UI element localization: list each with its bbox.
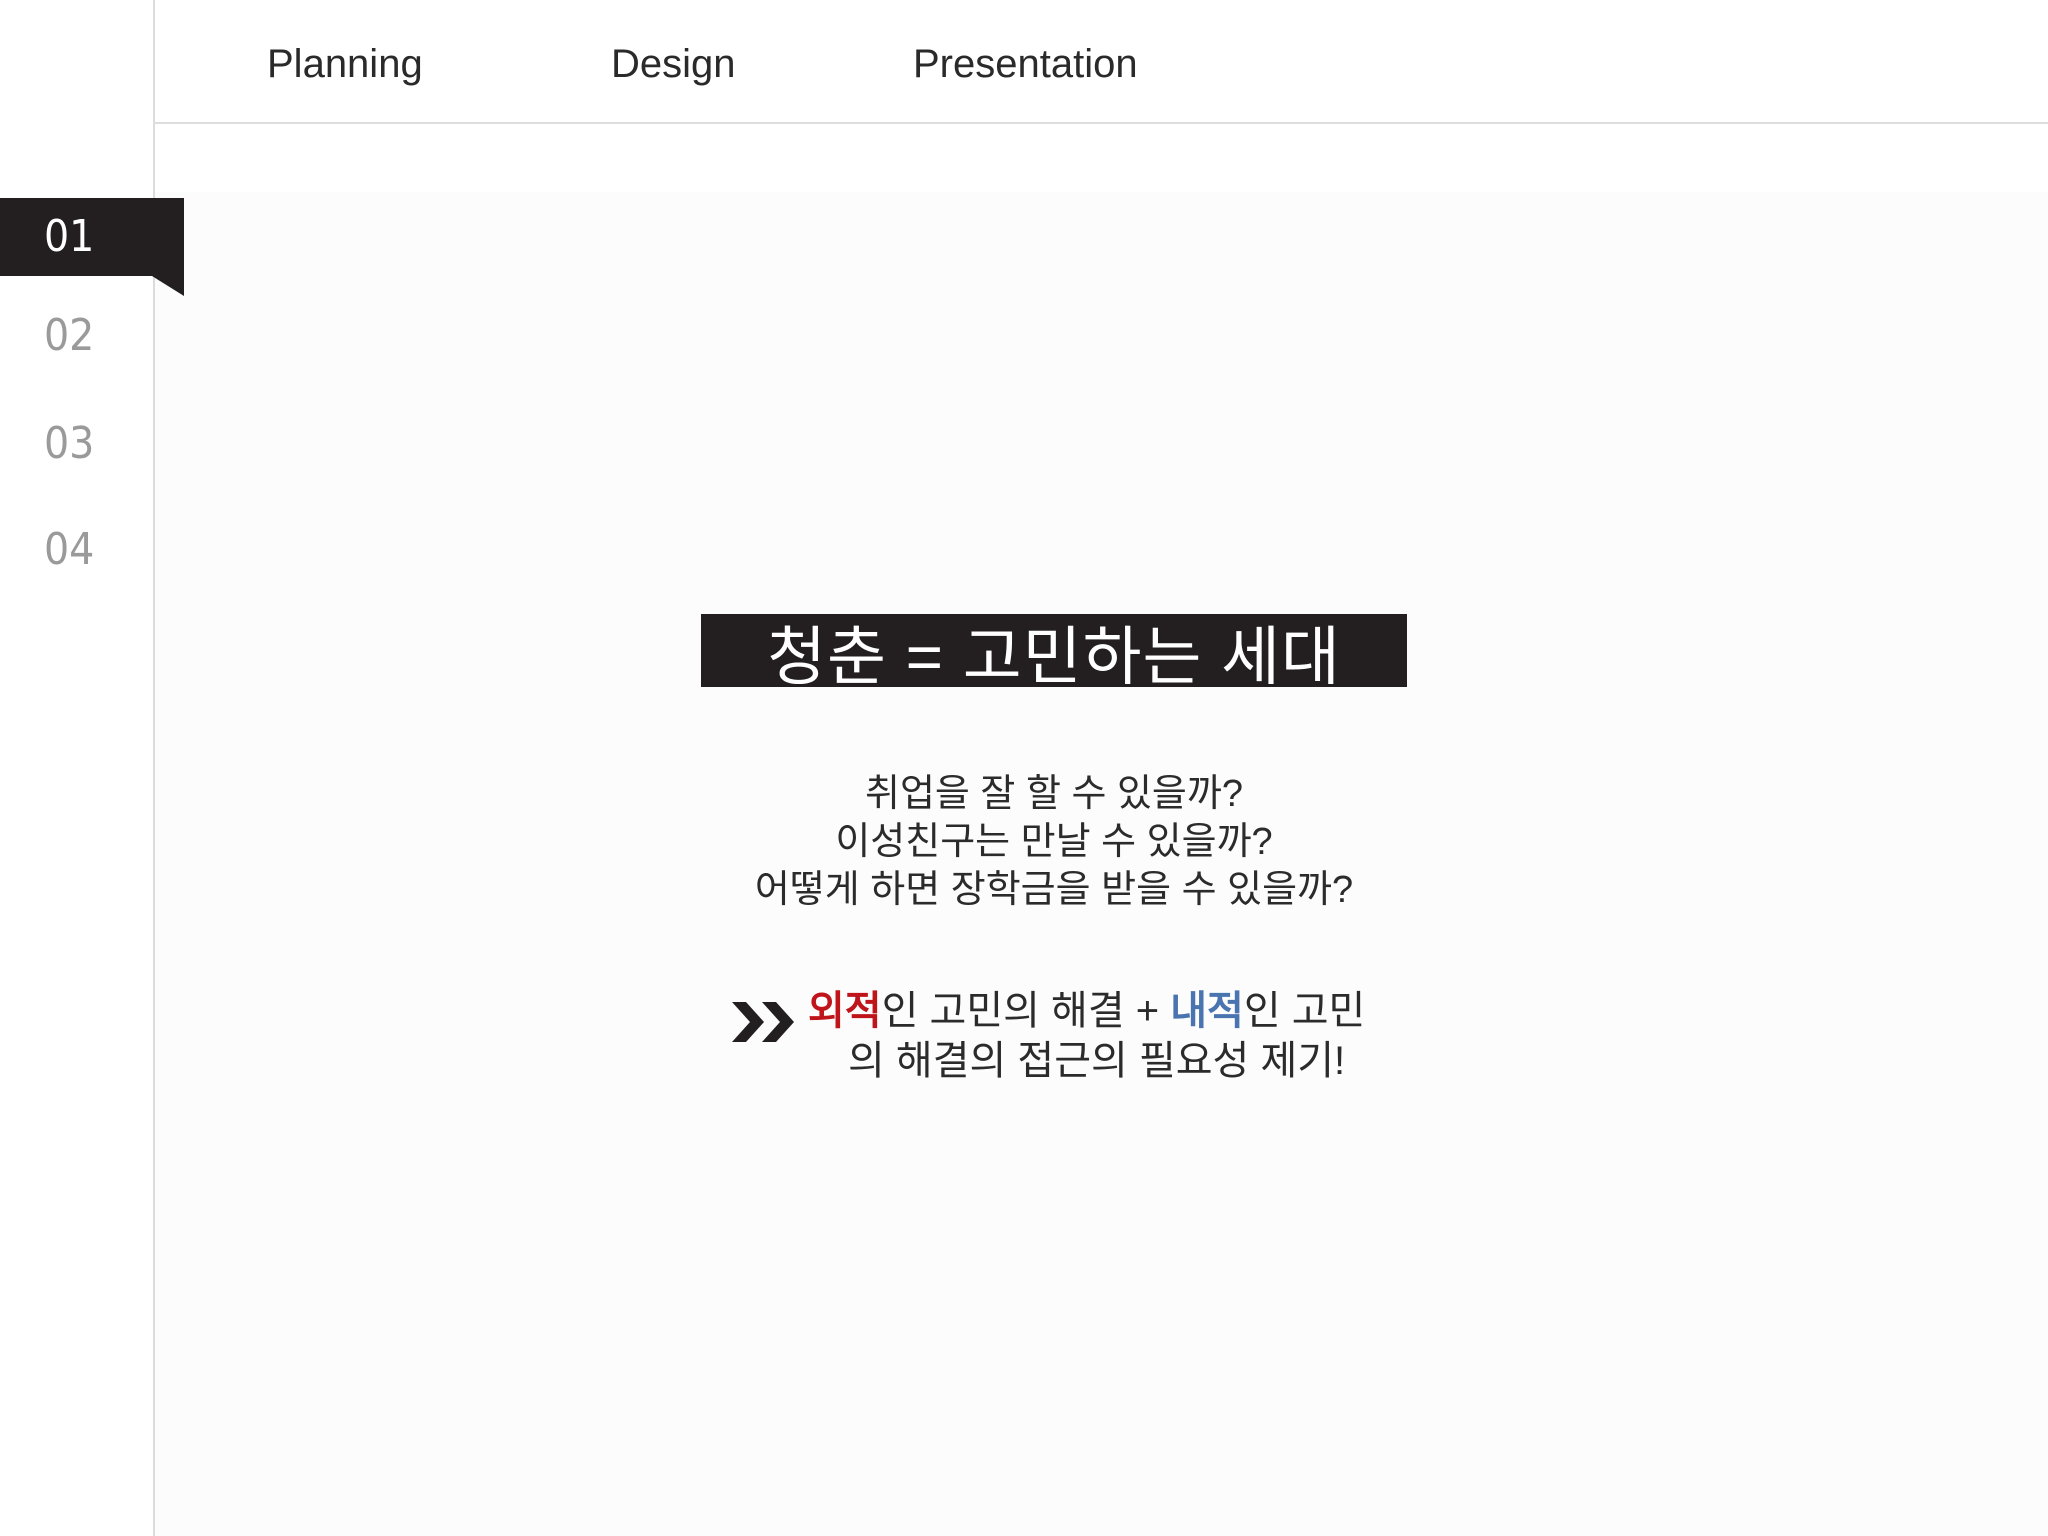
step-label: 02 [44, 310, 95, 361]
step-label: 01 [44, 211, 95, 262]
question-line: 이성친구는 만날 수 있을까? [835, 821, 1273, 863]
question-list: 취업을 잘 할 수 있을까? 이성친구는 만날 수 있을까? 어떻게 하면 장학… [654, 770, 1454, 914]
conclusion-statement: 외적인 고민의 해결 + 내적인 고민 의 해결의 접근의 필요성 제기! [808, 986, 1408, 1086]
header-divider [154, 122, 2048, 124]
sidebar-step-01-active[interactable]: 01 [0, 198, 184, 276]
conclusion-line-1: 외적인 고민의 해결 + 내적인 고민 [808, 986, 1408, 1036]
highlight-inner: 내적 [1170, 989, 1244, 1033]
question-line: 취업을 잘 할 수 있을까? [864, 773, 1243, 815]
conclusion-line-2: 의 해결의 접근의 필요성 제기! [848, 1039, 1346, 1083]
active-step-fold-decoration [152, 276, 184, 296]
step-label: 04 [44, 524, 95, 575]
slide-title: 청춘 = 고민하는 세대 [701, 614, 1407, 687]
step-label: 03 [44, 418, 95, 469]
tab-presentation[interactable]: Presentation [913, 38, 1138, 90]
tab-design[interactable]: Design [611, 38, 736, 90]
highlight-outer: 외적 [808, 989, 882, 1033]
double-chevron-right-icon [732, 1002, 794, 1042]
question-line: 어떻게 하면 장학금을 받을 수 있을까? [754, 869, 1354, 911]
tab-planning[interactable]: Planning [267, 38, 423, 90]
conclusion-text: 인 고민의 해결 + [881, 989, 1171, 1033]
conclusion-text: 인 고민 [1243, 989, 1366, 1033]
presentation-page: Planning Design Presentation 01 02 03 04… [0, 0, 2048, 1536]
